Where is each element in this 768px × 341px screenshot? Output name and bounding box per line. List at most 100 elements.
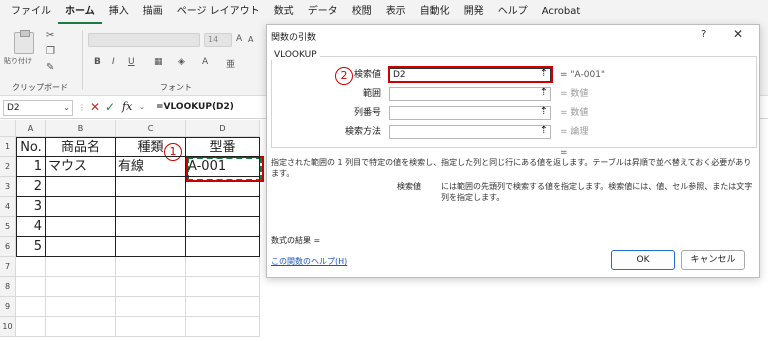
close-icon[interactable]: ✕ bbox=[733, 27, 743, 41]
table-cell[interactable]: 有線 bbox=[116, 157, 186, 177]
tab-draw[interactable]: 描画 bbox=[136, 2, 170, 24]
table-cell[interactable] bbox=[186, 197, 260, 217]
row-header[interactable]: 7 bbox=[0, 257, 16, 277]
table-cell[interactable] bbox=[186, 257, 260, 277]
underline-icon[interactable]: U bbox=[128, 57, 135, 67]
tab-developer[interactable]: 開発 bbox=[457, 2, 491, 24]
row-header[interactable]: 2 bbox=[0, 157, 16, 177]
font-name-select[interactable] bbox=[88, 33, 200, 47]
tab-view[interactable]: 表示 bbox=[379, 2, 413, 24]
formula-input[interactable]: =VLOOKUP(D2) bbox=[156, 102, 234, 112]
table-cell[interactable] bbox=[46, 277, 116, 297]
font-size-select[interactable]: 14 bbox=[204, 33, 232, 47]
table-cell[interactable] bbox=[116, 257, 186, 277]
table-cell[interactable]: 3 bbox=[16, 197, 46, 217]
row-header[interactable]: 3 bbox=[0, 177, 16, 197]
table-cell[interactable] bbox=[16, 297, 46, 317]
table-cell[interactable] bbox=[16, 317, 46, 337]
table-cell[interactable] bbox=[186, 217, 260, 237]
table-cell[interactable] bbox=[186, 317, 260, 337]
fill-color-icon[interactable]: ◈ bbox=[178, 57, 185, 67]
tab-formulas[interactable]: 数式 bbox=[267, 2, 301, 24]
arg-input-range-lookup[interactable]: ⇡ bbox=[389, 125, 551, 139]
range-select-icon[interactable]: ⇡ bbox=[540, 87, 548, 99]
tab-file[interactable]: ファイル bbox=[4, 2, 58, 24]
table-cell[interactable] bbox=[46, 177, 116, 197]
table-cell[interactable]: 種類 bbox=[116, 137, 186, 157]
bold-icon[interactable]: B bbox=[94, 57, 101, 67]
range-select-icon[interactable]: ⇡ bbox=[540, 125, 548, 137]
paste-button-label[interactable]: 貼り付け bbox=[4, 56, 32, 66]
insert-function-icon[interactable]: fx bbox=[122, 100, 132, 113]
row-header[interactable]: 8 bbox=[0, 277, 16, 297]
table-cell[interactable] bbox=[116, 317, 186, 337]
table-cell[interactable] bbox=[46, 317, 116, 337]
row-header[interactable]: 5 bbox=[0, 217, 16, 237]
paste-icon[interactable] bbox=[14, 30, 34, 54]
font-color-icon[interactable]: A bbox=[202, 57, 208, 67]
tab-acrobat[interactable]: Acrobat bbox=[535, 2, 588, 24]
table-cell[interactable] bbox=[16, 257, 46, 277]
select-all-corner[interactable] bbox=[0, 120, 16, 137]
shrink-font-icon[interactable]: A bbox=[248, 35, 253, 44]
table-cell[interactable] bbox=[116, 277, 186, 297]
table-cell[interactable] bbox=[186, 237, 260, 257]
table-cell[interactable] bbox=[186, 177, 260, 197]
row-header[interactable]: 9 bbox=[0, 297, 16, 317]
chevron-down-icon[interactable]: ⌄ bbox=[139, 103, 145, 111]
table-cell[interactable] bbox=[46, 197, 116, 217]
tab-help[interactable]: ヘルプ bbox=[491, 2, 535, 24]
cut-icon[interactable]: ✂ bbox=[46, 30, 54, 41]
table-cell[interactable] bbox=[186, 297, 260, 317]
chevron-down-icon[interactable]: ⌄ bbox=[63, 101, 70, 115]
row-header[interactable]: 10 bbox=[0, 317, 16, 337]
tab-data[interactable]: データ bbox=[301, 2, 345, 24]
tab-home[interactable]: ホーム bbox=[58, 2, 102, 24]
table-cell[interactable] bbox=[116, 297, 186, 317]
cancel-button[interactable]: キャンセル bbox=[681, 250, 745, 270]
phonetic-icon[interactable]: 亜 bbox=[226, 57, 235, 70]
table-cell[interactable] bbox=[116, 237, 186, 257]
arg-input-col-index[interactable]: ⇡ bbox=[389, 106, 551, 120]
table-cell[interactable]: A-001 bbox=[186, 157, 260, 177]
tab-page-layout[interactable]: ページ レイアウト bbox=[170, 2, 267, 24]
table-cell[interactable]: 型番 bbox=[186, 137, 260, 157]
table-cell[interactable]: 商品名 bbox=[46, 137, 116, 157]
range-select-icon[interactable]: ⇡ bbox=[540, 106, 548, 118]
table-cell[interactable] bbox=[46, 297, 116, 317]
format-painter-icon[interactable]: ✎ bbox=[46, 62, 54, 73]
table-cell[interactable]: マウス bbox=[46, 157, 116, 177]
ok-button[interactable]: OK bbox=[611, 250, 675, 270]
help-icon[interactable]: ? bbox=[701, 29, 706, 40]
table-cell[interactable] bbox=[116, 177, 186, 197]
table-cell[interactable] bbox=[186, 277, 260, 297]
row-header[interactable]: 4 bbox=[0, 197, 16, 217]
tab-insert[interactable]: 挿入 bbox=[102, 2, 136, 24]
table-cell[interactable] bbox=[46, 257, 116, 277]
table-cell[interactable]: 4 bbox=[16, 217, 46, 237]
table-cell[interactable]: 5 bbox=[16, 237, 46, 257]
column-header[interactable]: B bbox=[46, 120, 116, 137]
name-box[interactable]: D2 ⌄ bbox=[3, 100, 73, 116]
table-cell[interactable] bbox=[116, 197, 186, 217]
table-cell[interactable] bbox=[46, 217, 116, 237]
column-header[interactable]: C bbox=[116, 120, 186, 137]
row-header[interactable]: 6 bbox=[0, 237, 16, 257]
table-cell[interactable]: No. bbox=[16, 137, 46, 157]
table-cell[interactable]: 2 bbox=[16, 177, 46, 197]
table-cell[interactable]: 1 bbox=[16, 157, 46, 177]
borders-icon[interactable]: ▦ bbox=[154, 57, 163, 67]
tab-review[interactable]: 校閲 bbox=[345, 2, 379, 24]
copy-icon[interactable]: ❐ bbox=[46, 46, 55, 57]
cancel-icon[interactable]: ✕ bbox=[90, 100, 100, 114]
arg-input-table-array[interactable]: ⇡ bbox=[389, 87, 551, 101]
italic-icon[interactable]: I bbox=[112, 57, 115, 67]
table-cell[interactable] bbox=[46, 237, 116, 257]
column-header[interactable]: A bbox=[16, 120, 46, 137]
row-header[interactable]: 1 bbox=[0, 137, 16, 157]
column-header[interactable]: D bbox=[186, 120, 260, 137]
function-help-link[interactable]: この関数のヘルプ(H) bbox=[271, 256, 347, 267]
table-cell[interactable] bbox=[16, 277, 46, 297]
table-cell[interactable] bbox=[116, 217, 186, 237]
tab-automate[interactable]: 自動化 bbox=[413, 2, 457, 24]
